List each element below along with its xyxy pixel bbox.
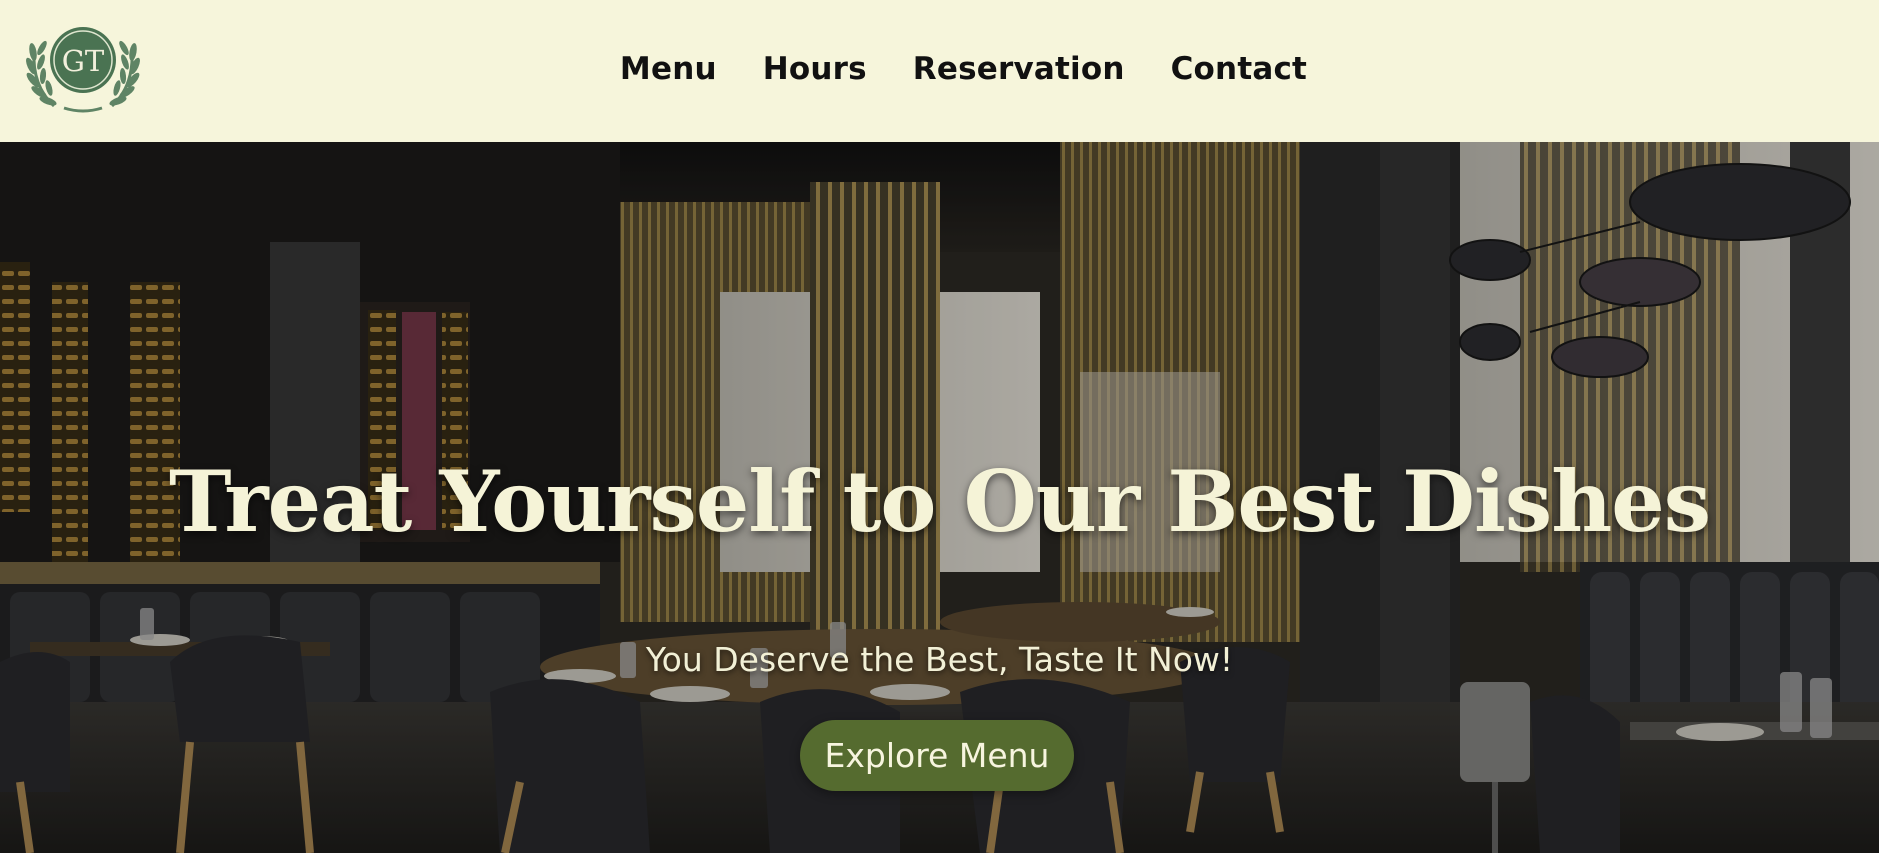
nav-link-reservation[interactable]: Reservation xyxy=(913,51,1125,87)
nav-link-menu[interactable]: Menu xyxy=(620,51,717,87)
site-header: GT Menu Hours Reservation Contact xyxy=(0,0,1879,142)
hero-title: Treat Yourself to Our Best Dishes xyxy=(168,452,1711,551)
explore-menu-button[interactable]: Explore Menu xyxy=(800,720,1074,791)
nav-link-hours[interactable]: Hours xyxy=(763,51,867,87)
nav-link-contact[interactable]: Contact xyxy=(1171,51,1307,87)
hero-subtitle: You Deserve the Best, Taste It Now! xyxy=(645,640,1234,679)
hero-section: Treat Yourself to Our Best Dishes You De… xyxy=(0,142,1879,853)
main-nav: Menu Hours Reservation Contact xyxy=(0,0,1879,142)
